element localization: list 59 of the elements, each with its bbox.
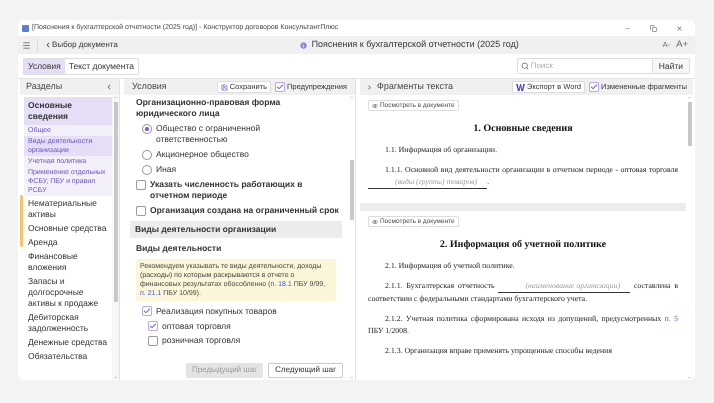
sidebar-item[interactable]: Нематериальные активы [24, 197, 112, 221]
sidebar-item[interactable]: Денежные средства [24, 336, 112, 349]
eye-icon [372, 102, 378, 108]
checkbox-label[interactable]: розничная торговля [162, 334, 240, 347]
scrollbar-thumb[interactable] [688, 102, 692, 146]
panel-title: Фрагменты текста [377, 80, 453, 94]
font-larger-button[interactable]: A+ [673, 38, 691, 52]
section-header: Виды деятельности организации [130, 221, 342, 238]
menu-icon[interactable] [22, 40, 31, 50]
checkbox[interactable] [275, 82, 286, 92]
close-icon[interactable] [676, 24, 683, 32]
eye-icon [372, 218, 378, 224]
word-icon [516, 84, 525, 90]
fragment-heading: 1. Основные сведения [472, 122, 574, 136]
collapse-icon[interactable] [105, 83, 113, 91]
document-title: Пояснения к бухгалтерской отчетности (2025 год) [312, 38, 519, 52]
panel-title: Разделы [26, 80, 62, 94]
app-icon [22, 24, 29, 32]
radio-label[interactable]: Общество с ограниченной ответственностью [156, 123, 298, 145]
fragment-heading: 2. Информация об учетной политике [438, 238, 608, 252]
tab[interactable]: Условия [24, 58, 65, 74]
sidebar-item[interactable]: Запасы и долгосрочные активы к продаже [24, 275, 112, 310]
form-heading: Виды деятельности [135, 242, 222, 255]
checkbox[interactable] [136, 180, 146, 190]
sidebar-item[interactable]: Основные средства [24, 222, 112, 235]
sidebar-item[interactable]: Основные сведения [24, 97, 112, 125]
info-icon [298, 40, 308, 50]
sidebar-item[interactable]: Обязательства [24, 350, 112, 363]
checkbox-label[interactable]: Указать численность работающих в отчетном периоде [150, 179, 342, 201]
checkbox[interactable] [142, 306, 152, 316]
sidebar-item[interactable]: Дебиторская задолженность [24, 311, 112, 335]
checkbox[interactable] [148, 336, 158, 346]
radio-button[interactable] [142, 124, 152, 134]
checkbox-label[interactable]: Организация создана на ограниченный срок [150, 205, 339, 216]
accent-bar [20, 195, 23, 247]
restore-icon[interactable] [650, 24, 657, 32]
scroll-up-icon[interactable] [113, 95, 118, 100]
checkbox[interactable] [136, 206, 146, 216]
scroll-down-icon[interactable] [113, 375, 118, 380]
radio-button[interactable] [142, 150, 152, 160]
checkbox-label[interactable]: Реализация покупных товаров [156, 304, 277, 318]
next-step-button[interactable]: Следующий шаг [268, 362, 343, 378]
radio-label[interactable]: Акционерное общество [156, 149, 249, 160]
checkbox[interactable] [589, 82, 600, 92]
back-button[interactable]: Выбор документа [44, 39, 118, 51]
checkbox-label[interactable]: оптовая торговля [162, 320, 231, 332]
scroll-up-icon[interactable] [349, 95, 354, 100]
sidebar-item[interactable]: Финансовые вложения [24, 250, 112, 274]
scroll-down-icon[interactable] [687, 375, 692, 380]
scroll-up-icon[interactable] [687, 95, 692, 100]
panel-title: Условия [132, 80, 167, 94]
sidebar-item[interactable]: Аренда [24, 236, 112, 249]
radio-button[interactable] [142, 165, 152, 175]
chevron-left-icon [44, 41, 52, 49]
form-heading: Организационно-правовая форма юридического лица [135, 96, 282, 120]
checkbox[interactable] [148, 320, 158, 331]
expand-icon[interactable] [366, 84, 373, 90]
radio-label[interactable]: Иная [156, 164, 176, 175]
scroll-down-icon[interactable] [349, 375, 354, 380]
